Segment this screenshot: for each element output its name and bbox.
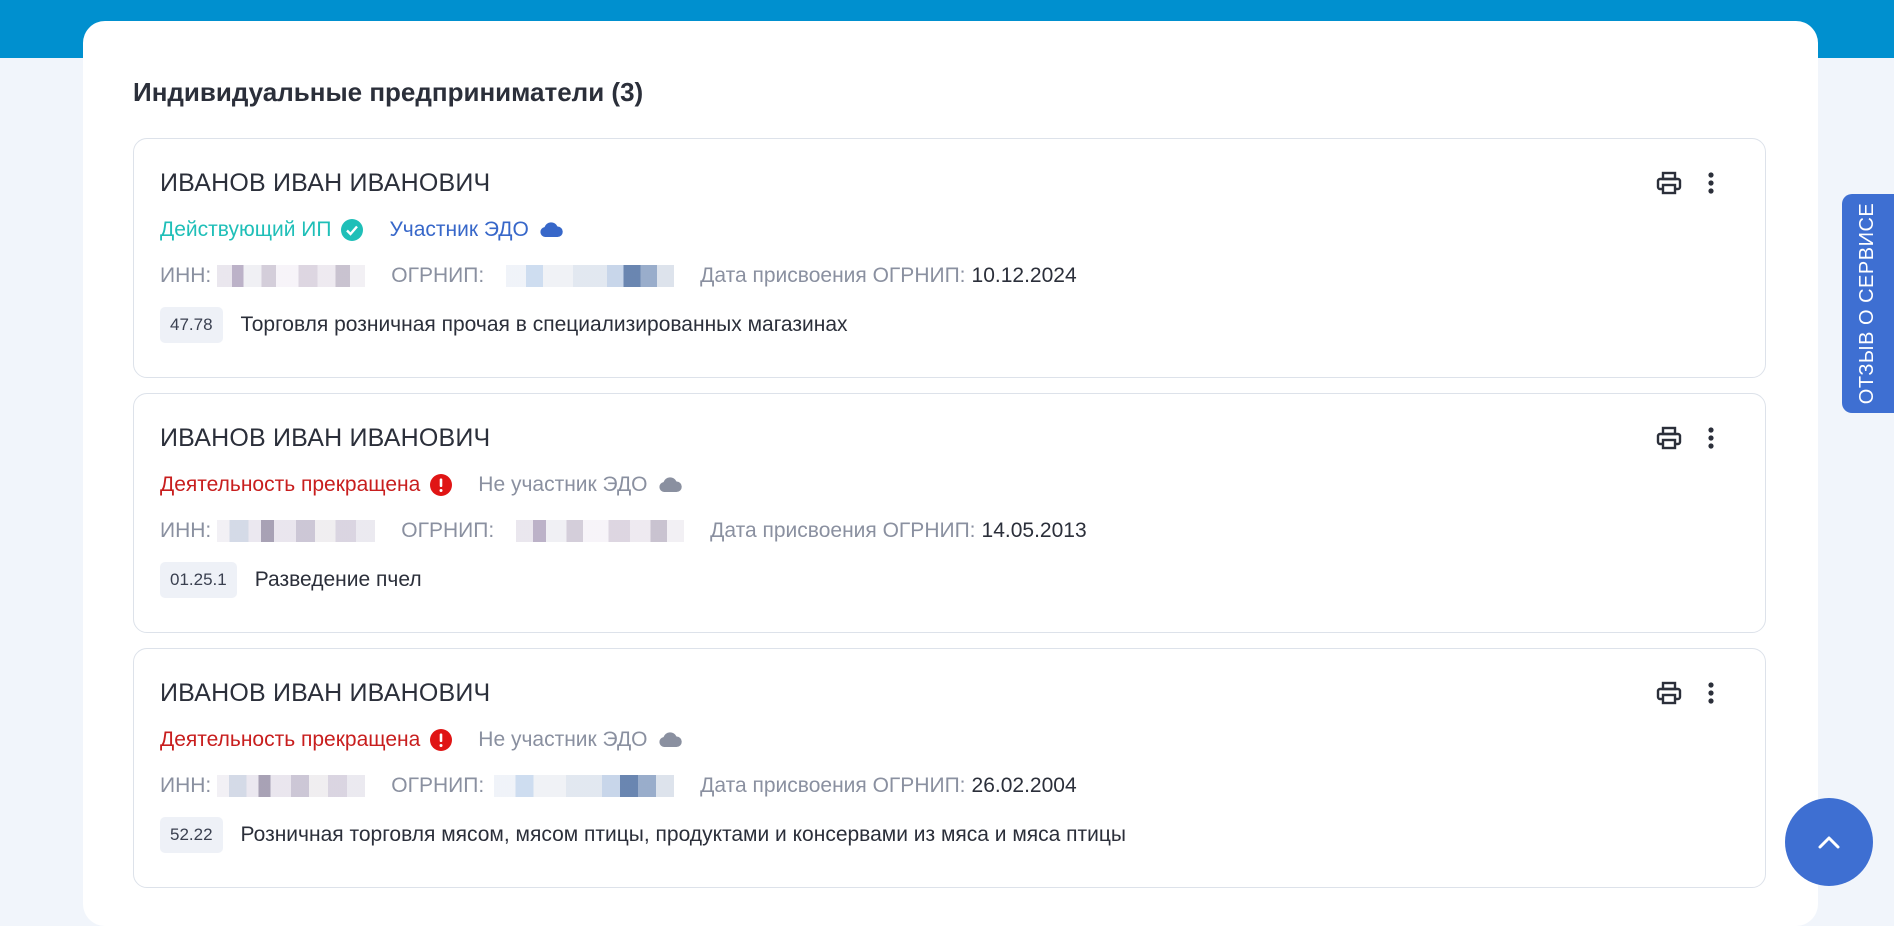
status-badge: Деятельность прекращена [160, 728, 453, 752]
inn-label: ИНН: [160, 519, 212, 542]
entrepreneur-card: ИВАНОВ ИВАН ИВАНОВИЧ Действующий ИП Учас… [133, 138, 1766, 378]
ogrnip-label: ОГРНИП: [391, 774, 485, 797]
okved-line: 47.78 Торговля розничная прочая в специа… [160, 307, 848, 343]
edo-badge[interactable]: Участник ЭДО [389, 218, 563, 242]
card-actions [1655, 679, 1725, 707]
okved-code: 47.78 [160, 307, 223, 343]
cloud-icon [658, 732, 682, 748]
card-actions [1655, 169, 1725, 197]
edo-badge[interactable]: Не участник ЭДО [478, 473, 682, 497]
ogrnip-date-value: 14.05.2013 [981, 519, 1087, 542]
ogrnip-label: ОГРНИП: [401, 519, 495, 542]
edo-label: Не участник ЭДО [478, 473, 648, 496]
ogrnip-date-value: 10.12.2024 [971, 264, 1077, 287]
ids-line: ИНН: ОГРНИП: Дата присвоения ОГРНИП: 10.… [160, 264, 1077, 288]
entrepreneur-card: ИВАНОВ ИВАН ИВАНОВИЧ Деятельность прекра… [133, 648, 1766, 888]
inn-label: ИНН: [160, 774, 212, 797]
check-circle-icon [341, 219, 364, 241]
ogrnip-label: ОГРНИП: [391, 264, 485, 287]
okved-code: 01.25.1 [160, 562, 237, 598]
card-actions [1655, 424, 1725, 452]
printer-icon[interactable] [1655, 679, 1683, 707]
entrepreneur-name[interactable]: ИВАНОВ ИВАН ИВАНОВИЧ [160, 424, 490, 453]
entrepreneur-card: ИВАНОВ ИВАН ИВАНОВИЧ Деятельность прекра… [133, 393, 1766, 633]
ids-line: ИНН: ОГРНИП: Дата присвоения ОГРНИП: 14.… [160, 519, 1087, 543]
ogrnip-date-value: 26.02.2004 [971, 774, 1077, 797]
ogrnip-date-label: Дата присвоения ОГРНИП: [700, 264, 966, 287]
okved-line: 01.25.1 Разведение пчел [160, 562, 422, 598]
status-line: Деятельность прекращена Не участник ЭДО [160, 473, 682, 497]
more-vertical-icon[interactable] [1697, 169, 1725, 197]
ogrnip-value-redacted [506, 265, 675, 287]
status-line: Действующий ИП Участник ЭДО [160, 218, 563, 242]
more-vertical-icon[interactable] [1697, 679, 1725, 707]
status-badge: Действующий ИП [160, 218, 364, 242]
okved-code: 52.22 [160, 817, 223, 853]
feedback-tab[interactable]: ОТЗЫВ О СЕРВИСЕ [1842, 194, 1894, 413]
inn-value-redacted [217, 265, 366, 287]
chevron-up-icon [1816, 834, 1842, 850]
scroll-top-button[interactable] [1785, 798, 1873, 886]
printer-icon[interactable] [1655, 424, 1683, 452]
more-vertical-icon[interactable] [1697, 424, 1725, 452]
exclamation-circle-icon [430, 729, 453, 751]
okved-text: Разведение пчел [254, 568, 422, 591]
feedback-tab-label: ОТЗЫВ О СЕРВИСЕ [1856, 202, 1879, 405]
results-panel: Индивидуальные предприниматели (3) ИВАНО… [83, 21, 1818, 926]
edo-badge[interactable]: Не участник ЭДО [478, 728, 682, 752]
okved-line: 52.22 Розничная торговля мясом, мясом пт… [160, 817, 1126, 853]
ogrnip-value-redacted [494, 775, 675, 797]
inn-label: ИНН: [160, 264, 212, 287]
ids-line: ИНН: ОГРНИП: Дата присвоения ОГРНИП: 26.… [160, 774, 1077, 798]
section-title: Индивидуальные предприниматели (3) [133, 77, 644, 107]
entrepreneur-name[interactable]: ИВАНОВ ИВАН ИВАНОВИЧ [160, 169, 490, 198]
status-badge: Деятельность прекращена [160, 473, 453, 497]
cloud-icon [539, 222, 563, 238]
cloud-icon [658, 477, 682, 493]
inn-value-redacted [217, 775, 366, 797]
edo-label: Не участник ЭДО [478, 728, 648, 751]
edo-label: Участник ЭДО [389, 218, 529, 241]
status-label: Деятельность прекращена [160, 728, 421, 751]
status-label: Деятельность прекращена [160, 473, 421, 496]
status-line: Деятельность прекращена Не участник ЭДО [160, 728, 682, 752]
ogrnip-date-label: Дата присвоения ОГРНИП: [710, 519, 976, 542]
printer-icon[interactable] [1655, 169, 1683, 197]
exclamation-circle-icon [430, 474, 453, 496]
status-label: Действующий ИП [160, 218, 332, 241]
ogrnip-date-label: Дата присвоения ОГРНИП: [700, 774, 966, 797]
ogrnip-value-redacted [516, 520, 685, 542]
okved-text: Торговля розничная прочая в специализиро… [240, 313, 848, 336]
inn-value-redacted [217, 520, 376, 542]
entrepreneur-name[interactable]: ИВАНОВ ИВАН ИВАНОВИЧ [160, 679, 490, 708]
okved-text: Розничная торговля мясом, мясом птицы, п… [240, 823, 1127, 846]
